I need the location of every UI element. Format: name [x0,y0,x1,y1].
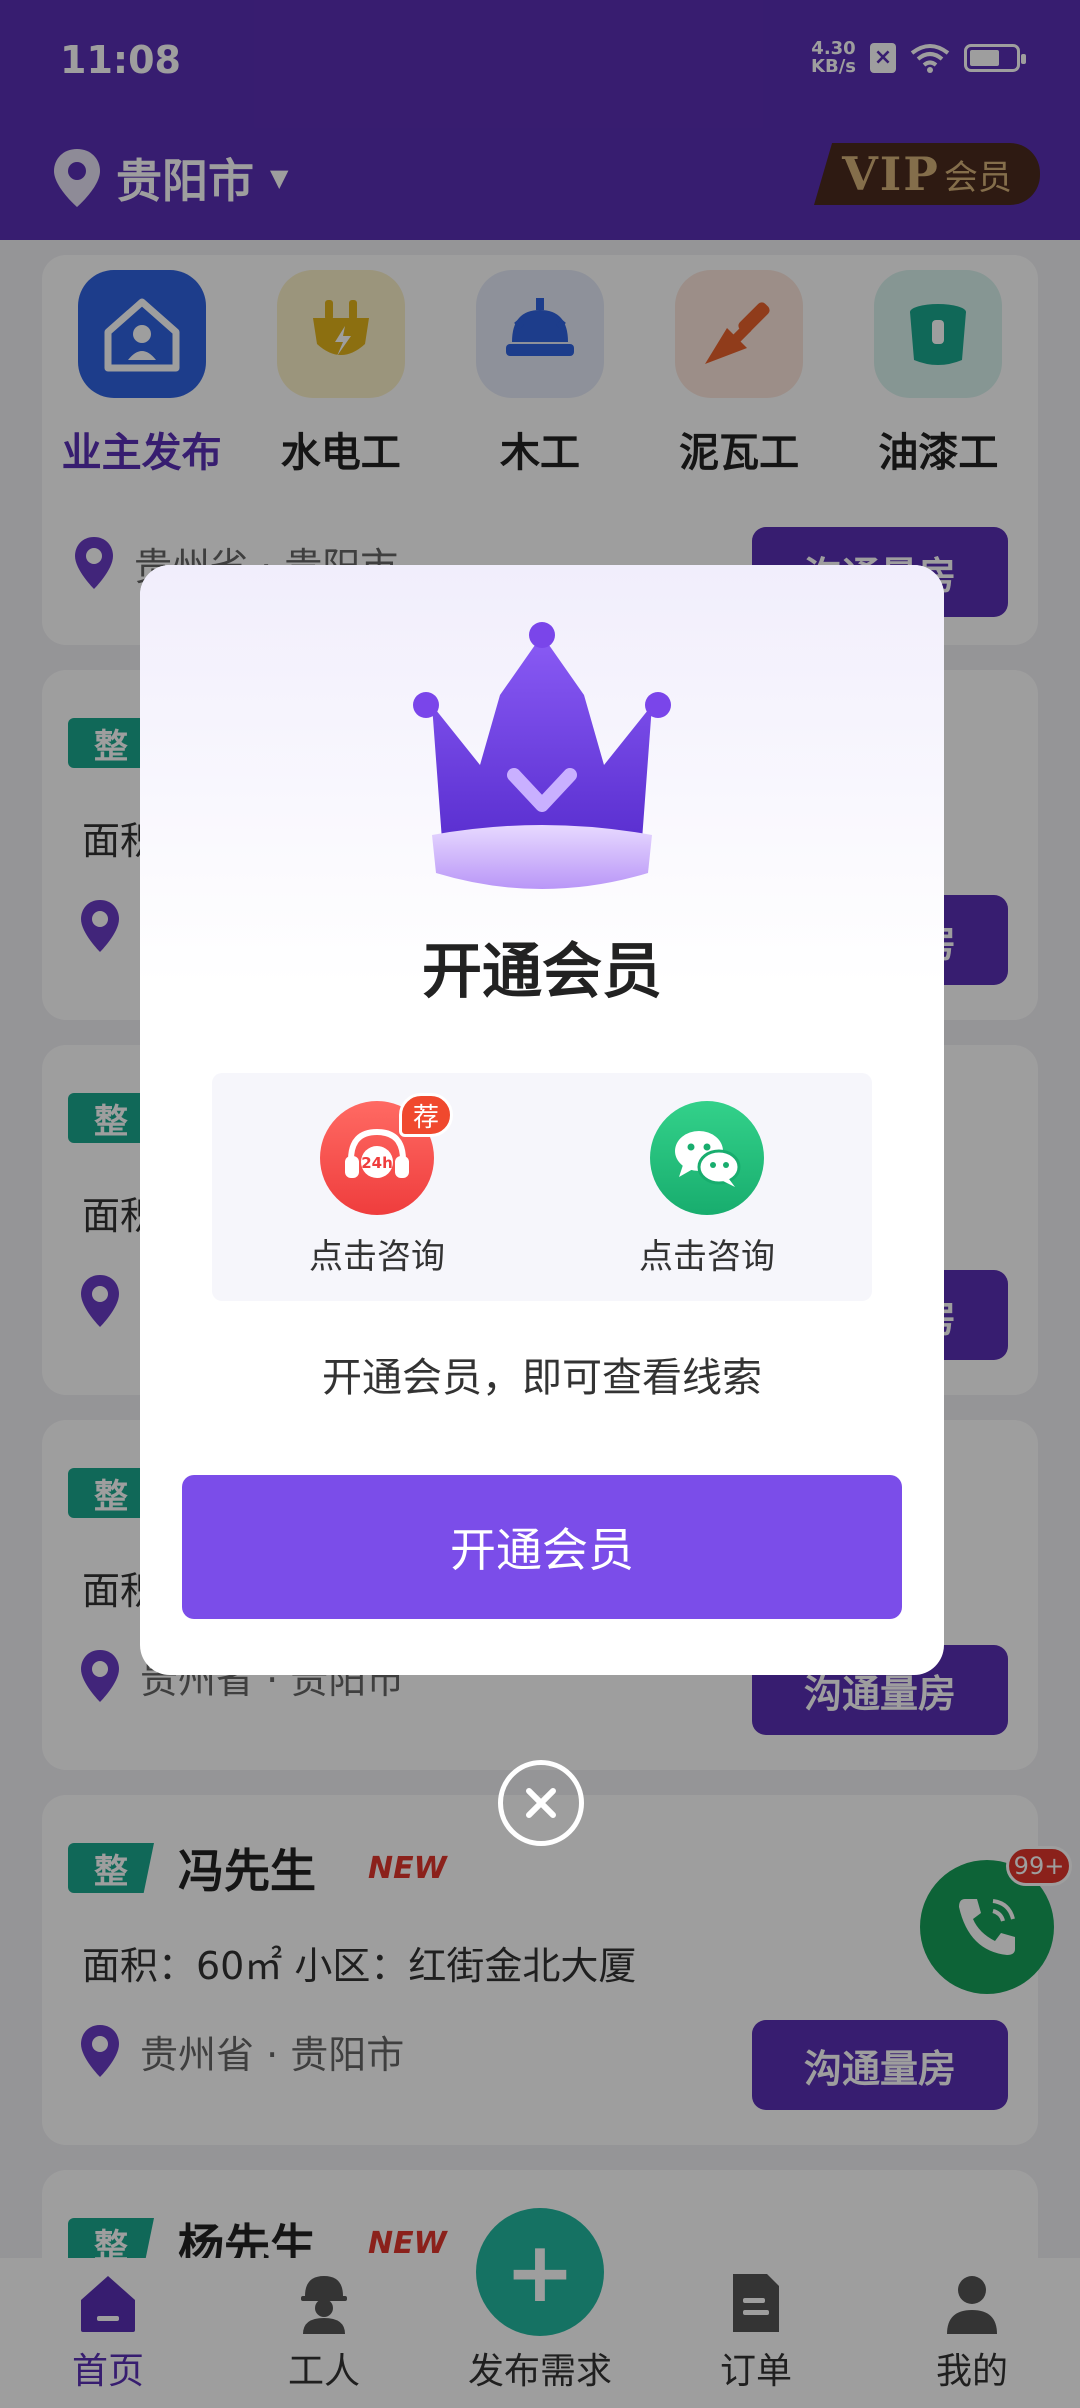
open-membership-button[interactable]: 开通会员 [182,1475,902,1619]
consult-label: 点击咨询 [639,1237,775,1277]
recommend-badge: 荐 [399,1093,453,1137]
consult-label: 点击咨询 [309,1237,445,1277]
modal-description: 开通会员，即可查看线索 [322,1355,762,1401]
wechat-icon [650,1101,764,1215]
crown-icon [413,622,671,889]
headset-24h-text: 24h [361,1154,393,1172]
consult-service-button[interactable]: 24h 荐 点击咨询 [277,1093,477,1301]
close-icon [526,1788,556,1818]
close-modal-button[interactable] [498,1760,584,1846]
consult-box: 24h 荐 点击咨询 点击咨询 [212,1073,872,1301]
modal-title: 开通会员 [422,937,662,1007]
consult-wechat-button[interactable]: 点击咨询 [607,1101,807,1301]
vip-modal: 开通会员 24h 荐 点击咨询 点击咨询 开通会员，即可查看线索 开通会员 [140,565,944,1675]
